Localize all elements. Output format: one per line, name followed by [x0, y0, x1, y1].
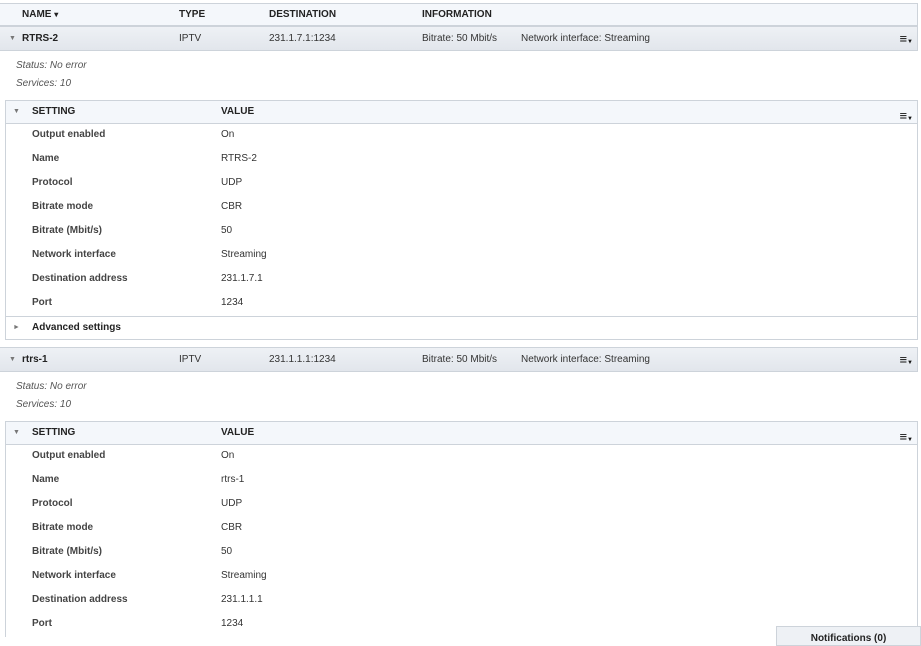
setting-label: Destination address	[32, 594, 128, 605]
setting-label: Protocol	[32, 498, 73, 509]
row-menu-icon[interactable]: ≡▼	[899, 27, 913, 54]
services-text: Services: 10	[16, 399, 72, 410]
output-row[interactable]: ▼ RTRS-2 IPTV 231.1.7.1:1234 Bitrate: 50…	[0, 26, 918, 51]
row-menu-icon[interactable]: ≡▼	[899, 348, 913, 375]
setting-row: Port 1234	[6, 292, 917, 316]
setting-label: Name	[32, 474, 60, 485]
setting-row: Destination address 231.1.7.1	[6, 268, 917, 292]
setting-value: 1234	[221, 618, 244, 629]
setting-column: SETTING	[32, 427, 76, 438]
column-destination[interactable]: DESTINATION	[269, 4, 336, 26]
settings-table: ▼ SETTING VALUE ≡▼ Output enabled On Nam…	[5, 100, 918, 340]
network-info: Network interface: Streaming	[521, 354, 650, 365]
setting-row: Output enabled On	[6, 124, 917, 148]
sort-desc-icon: ▾	[54, 10, 59, 19]
services-text: Services: 10	[16, 78, 72, 89]
setting-value: Streaming	[221, 249, 267, 260]
setting-label: Bitrate mode	[32, 522, 94, 533]
collapse-icon[interactable]: ▼	[13, 101, 20, 123]
setting-value: 50	[221, 546, 233, 557]
setting-value: UDP	[221, 498, 243, 509]
setting-row: Bitrate (Mbit/s) 50	[6, 220, 917, 244]
settings-header: ▼ SETTING VALUE ≡▼	[6, 100, 917, 124]
column-name[interactable]: NAME ▾	[22, 4, 58, 26]
output-details: Status: No error Services: 10	[0, 51, 921, 100]
setting-label: Output enabled	[32, 450, 106, 461]
column-information[interactable]: INFORMATION	[422, 4, 492, 26]
collapse-icon[interactable]: ▼	[9, 27, 16, 51]
settings-header: ▼ SETTING VALUE ≡▼	[6, 421, 917, 445]
setting-label: Destination address	[32, 273, 128, 284]
setting-value: On	[221, 450, 235, 461]
status-text: Status: No error	[16, 60, 87, 71]
setting-value: Streaming	[221, 570, 267, 581]
setting-label: Network interface	[32, 249, 116, 260]
collapse-icon[interactable]: ▼	[9, 348, 16, 372]
setting-label: Port	[32, 618, 52, 629]
setting-label: Bitrate (Mbit/s)	[32, 546, 102, 557]
setting-label: Network interface	[32, 570, 116, 581]
setting-row: Protocol UDP	[6, 493, 917, 517]
setting-value: rtrs-1	[221, 474, 245, 485]
value-column: VALUE	[221, 106, 255, 117]
collapse-icon[interactable]: ▼	[13, 422, 20, 444]
status-text: Status: No error	[16, 381, 87, 392]
setting-column: SETTING	[32, 106, 76, 117]
expand-icon: ►	[13, 324, 20, 331]
setting-value: UDP	[221, 177, 243, 188]
value-column: VALUE	[221, 427, 255, 438]
output-destination: 231.1.7.1:1234	[269, 33, 336, 44]
network-info: Network interface: Streaming	[521, 33, 650, 44]
setting-value: 231.1.1.1	[221, 594, 263, 605]
output-name: rtrs-1	[22, 354, 48, 365]
output-row[interactable]: ▼ rtrs-1 IPTV 231.1.1.1:1234 Bitrate: 50…	[0, 347, 918, 372]
setting-row: Bitrate mode CBR	[6, 517, 917, 541]
setting-value: CBR	[221, 522, 243, 533]
setting-value: RTRS-2	[221, 153, 257, 164]
setting-label: Bitrate (Mbit/s)	[32, 225, 102, 236]
setting-row: Bitrate (Mbit/s) 50	[6, 541, 917, 565]
setting-row: Destination address 231.1.1.1	[6, 589, 917, 613]
output-type: IPTV	[179, 33, 202, 44]
setting-row: Protocol UDP	[6, 172, 917, 196]
advanced-settings-toggle[interactable]: ► Advanced settings	[6, 316, 917, 340]
setting-value: 1234	[221, 297, 244, 308]
setting-row: Network interface Streaming	[6, 565, 917, 589]
setting-label: Output enabled	[32, 129, 106, 140]
setting-row: Output enabled On	[6, 445, 917, 469]
setting-row: Network interface Streaming	[6, 244, 917, 268]
setting-value: On	[221, 129, 235, 140]
bitrate-info: Bitrate: 50 Mbit/s	[422, 33, 498, 44]
setting-label: Protocol	[32, 177, 73, 188]
bitrate-info: Bitrate: 50 Mbit/s	[422, 354, 498, 365]
column-type[interactable]: TYPE	[179, 4, 205, 26]
setting-label: Bitrate mode	[32, 201, 94, 212]
setting-value: 231.1.7.1	[221, 273, 263, 284]
output-type: IPTV	[179, 354, 202, 365]
setting-row: Name rtrs-1	[6, 469, 917, 493]
output-list: ▼ RTRS-2 IPTV 231.1.7.1:1234 Bitrate: 50…	[0, 26, 921, 644]
output-details: Status: No error Services: 10	[0, 372, 921, 421]
setting-value: CBR	[221, 201, 243, 212]
setting-row: Bitrate mode CBR	[6, 196, 917, 220]
notifications-tab[interactable]: Notifications (0)	[776, 626, 921, 646]
settings-table: ▼ SETTING VALUE ≡▼ Output enabled On Nam…	[5, 421, 918, 637]
setting-label: Name	[32, 153, 60, 164]
setting-row: Name RTRS-2	[6, 148, 917, 172]
output-destination: 231.1.1.1:1234	[269, 354, 336, 365]
setting-label: Port	[32, 297, 52, 308]
output-name: RTRS-2	[22, 33, 59, 44]
advanced-settings-label: Advanced settings	[32, 322, 121, 333]
setting-value: 50	[221, 225, 233, 236]
table-header: NAME ▾ TYPE DESTINATION INFORMATION	[0, 3, 918, 26]
